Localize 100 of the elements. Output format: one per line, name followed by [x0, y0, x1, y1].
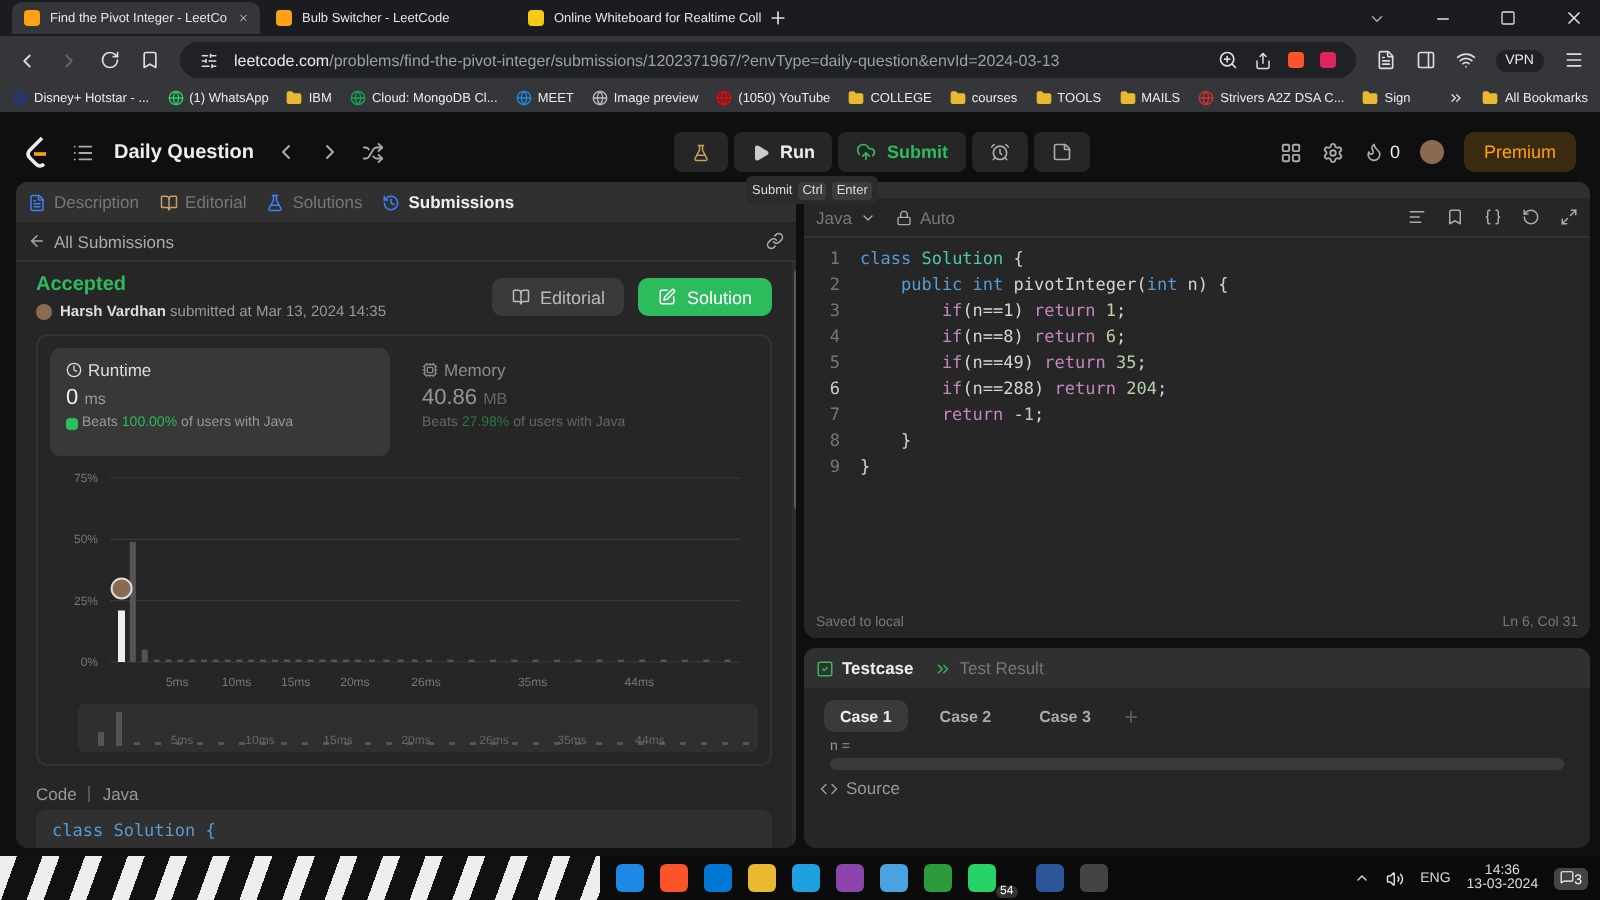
reload-icon	[100, 50, 120, 70]
sidebar-icon	[1415, 50, 1436, 70]
new-tab-icon	[768, 8, 788, 28]
stat-title: Runtime	[66, 360, 374, 380]
flask-icon	[691, 143, 710, 161]
bookmark-icon	[1446, 208, 1464, 226]
language-label: Java	[102, 784, 139, 804]
console-tab[interactable]: Testcase	[816, 658, 914, 678]
clock-icon	[66, 362, 82, 378]
note-icon	[1051, 142, 1072, 162]
code-line: }	[898, 431, 912, 451]
tab-icon	[382, 193, 401, 211]
timer-button[interactable]	[971, 132, 1028, 172]
line-number: 9	[827, 457, 842, 477]
bookmark-icon	[140, 50, 160, 70]
stat-value: 0 ms	[66, 386, 108, 410]
bar	[118, 610, 125, 662]
reset-icon	[1522, 208, 1540, 226]
stat-title: Memory	[422, 360, 730, 380]
code-label: Code	[36, 784, 77, 804]
user-avatar	[36, 303, 52, 319]
avatar-marker	[110, 577, 133, 600]
link-icon	[766, 232, 784, 250]
panel-tab[interactable]: Submissions	[382, 192, 515, 212]
chip-icon	[422, 362, 438, 378]
code-line: class Solution {	[860, 249, 1024, 269]
chevrons-icon	[933, 659, 952, 677]
url-text: leetcode.com/problems/find-the-pivot-integer/submissions/1202371967/?envType=daily-question&envId=2024-03-13	[234, 51, 1062, 69]
code-line: }	[860, 457, 871, 477]
expand-icon	[1560, 208, 1578, 226]
back-link[interactable]: All Submissions	[28, 231, 174, 251]
line-number: 3	[827, 301, 842, 321]
tray-chevron-icon	[1354, 870, 1371, 886]
document-icon	[1375, 50, 1396, 70]
stat-value: 40.86 MB	[422, 386, 510, 410]
streak-counter[interactable]: 0	[1363, 142, 1400, 162]
alarm-clock-icon	[989, 142, 1010, 162]
avatar[interactable]	[1419, 140, 1444, 164]
line-number: 1	[827, 249, 842, 269]
share-icon	[1253, 51, 1272, 69]
format-icon	[1408, 208, 1426, 226]
close-icon	[237, 10, 248, 26]
code-line: class Solution {	[52, 822, 216, 842]
line-number: 4	[827, 327, 842, 347]
status-text: Accepted	[36, 274, 129, 296]
more-icon	[1448, 90, 1465, 106]
edit-icon	[658, 288, 677, 306]
line-number: 5	[827, 353, 842, 373]
code-line: if(n==49) return 35;	[939, 353, 1147, 373]
book-icon	[511, 288, 530, 306]
close-icon	[1564, 8, 1584, 28]
zoom-icon	[1217, 50, 1238, 70]
tab-icon	[159, 193, 178, 211]
code-icon	[820, 779, 838, 797]
case-tab[interactable]: Case 2	[923, 700, 1008, 732]
grid-icon	[1279, 141, 1302, 163]
settings-icon	[1321, 141, 1344, 163]
braces-icon	[1484, 208, 1502, 226]
debug-button[interactable]	[673, 132, 728, 172]
source-link[interactable]: Source	[804, 770, 1590, 806]
line-number: 8	[827, 431, 842, 451]
maximize-icon	[1500, 10, 1516, 26]
tab-icon	[266, 193, 285, 211]
code-line: if(n==288) return 204;	[939, 379, 1168, 399]
editorial-button[interactable]: Editorial	[491, 278, 625, 316]
favicon-icon	[24, 10, 40, 26]
case-tab[interactable]: Case 1	[824, 700, 908, 732]
line-number: 2	[827, 275, 842, 295]
run-button[interactable]: Run	[733, 132, 833, 172]
code-line: public int pivotInteger(int n) {	[898, 275, 1229, 295]
notes-button[interactable]	[1033, 132, 1090, 172]
app-icon[interactable]	[836, 864, 864, 892]
message-icon	[1560, 869, 1575, 883]
code-line: if(n==8) return 6;	[939, 327, 1127, 347]
favicon-icon	[276, 10, 292, 26]
address-bar[interactable]: leetcode.com/problems/find-the-pivot-integer/submissions/1202371967/?envType=daily-question&envId=2024-03-13	[180, 42, 1356, 78]
volume-icon	[1386, 869, 1405, 887]
page-title[interactable]: Daily Question	[114, 141, 255, 163]
app-icon[interactable]	[880, 864, 908, 892]
line-number: 7	[827, 405, 842, 425]
code-line: return -1;	[939, 405, 1045, 425]
add-icon	[1122, 707, 1141, 725]
submit-button[interactable]: Submit	[838, 132, 966, 172]
line-number: 6	[827, 379, 842, 399]
code-line: if(n==1) return 1;	[939, 301, 1127, 321]
tab-icon	[28, 193, 46, 211]
logo-icon[interactable]	[24, 136, 52, 168]
folder-icon	[1482, 90, 1499, 106]
list-icon	[72, 141, 94, 163]
bar	[141, 649, 148, 662]
lock-icon	[895, 209, 912, 225]
bar	[129, 541, 136, 662]
shuffle-icon	[362, 141, 385, 163]
premium-button[interactable]: Premium	[1463, 132, 1576, 172]
case-tab[interactable]: Case 3	[1023, 700, 1107, 732]
arrow-left-icon	[28, 232, 46, 250]
flame-icon	[1363, 142, 1384, 162]
menu-icon	[1564, 50, 1584, 70]
site-settings-icon	[200, 51, 218, 69]
play-icon	[751, 143, 770, 161]
